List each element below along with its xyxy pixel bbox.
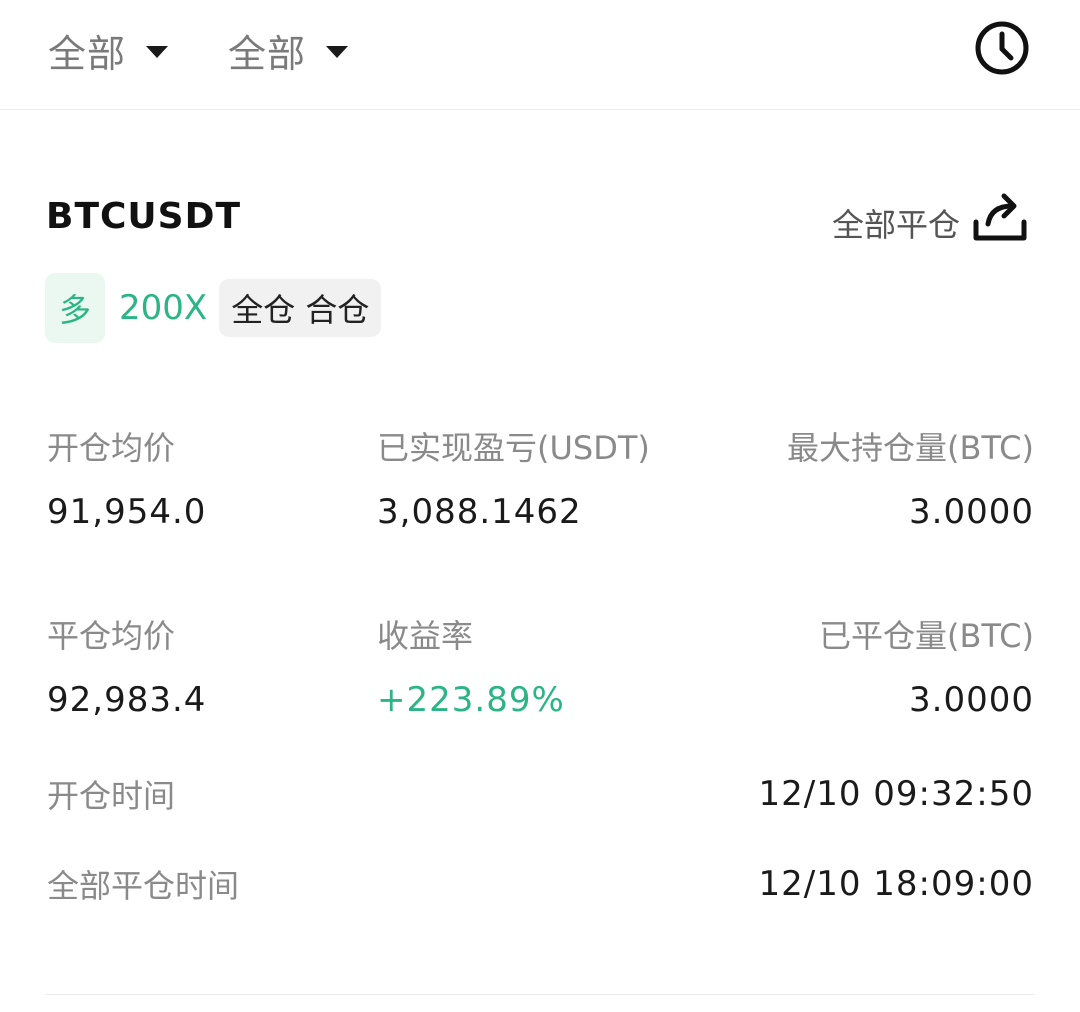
stat-closed-amount: 已平仓量(BTC) 3.0000 [704,616,1034,720]
filter-dropdown-2[interactable]: 全部 [228,22,349,78]
stat-label: 平仓均价 [47,617,176,655]
position-symbol: BTCUSDT [46,196,242,237]
position-tags: 多 200X 全仓 合仓 [45,273,382,343]
stat-label: 已实现盈亏(USDT) [377,429,650,467]
side-badge: 多 [45,273,105,343]
stat-value: 3,088.1462 [377,492,582,532]
close-all-label: 全部平仓 [831,206,960,244]
share-icon[interactable] [968,188,1032,248]
margin-mode-badge: 全仓 合仓 [219,279,382,337]
stat-value: 91,954.0 [47,492,207,532]
stat-close-avg-price: 平仓均价 92,983.4 [47,616,377,720]
filter-2-label: 全部 [228,31,307,76]
stat-label: 收益率 [377,617,474,655]
stat-label: 开仓均价 [47,429,176,467]
stat-open-avg-price: 开仓均价 91,954.0 [47,428,377,532]
row-value: 12/10 09:32:50 [758,774,1034,814]
stat-label: 已平仓量(BTC) [819,617,1034,655]
stat-label: 最大持仓量(BTC) [787,429,1034,467]
top-filter-bar: 全部 全部 [0,0,1080,110]
caret-down-icon [326,46,349,58]
divider [45,994,1035,995]
stat-value: 3.0000 [909,492,1034,532]
open-time-row: 开仓时间 12/10 09:32:50 [47,772,1034,816]
row-label: 开仓时间 [47,777,176,815]
stat-value: 92,983.4 [47,680,207,720]
stat-value: +223.89% [377,680,565,720]
leverage-badge: 200X [119,288,208,328]
clock-icon[interactable] [972,18,1032,78]
stat-value: 3.0000 [909,680,1034,720]
stat-max-position: 最大持仓量(BTC) 3.0000 [704,428,1034,532]
row-value: 12/10 18:09:00 [758,864,1034,904]
filter-dropdown-1[interactable]: 全部 [48,22,169,78]
stat-realized-pnl: 已实现盈亏(USDT) 3,088.1462 [377,428,707,532]
close-time-row: 全部平仓时间 12/10 18:09:00 [47,862,1034,906]
filter-1-label: 全部 [48,31,127,76]
stat-return-rate: 收益率 +223.89% [377,616,707,720]
row-label: 全部平仓时间 [47,867,240,905]
caret-down-icon [146,46,169,58]
